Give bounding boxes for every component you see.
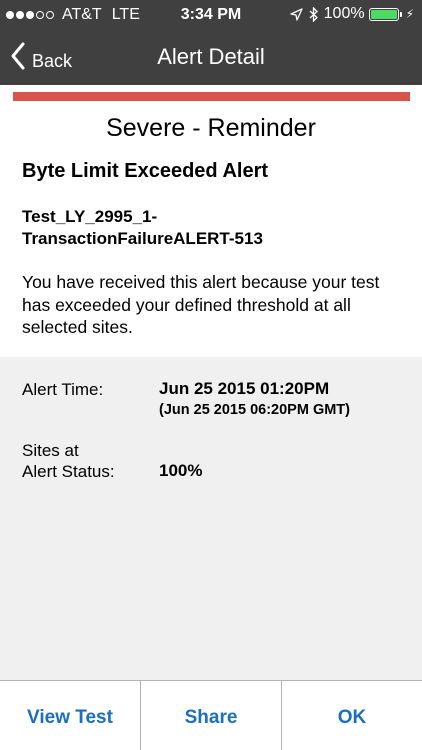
alert-message: You have received this alert because you… [22,272,380,337]
test-name-line-1: Test_LY_2995_1- [22,207,158,226]
battery-percent: 100% [323,5,365,22]
sites-status-value: 100% [159,461,203,480]
alert-time-value: Jun 25 2015 01:20PM [159,379,330,398]
severity-title: Severe - Reminder [106,114,316,142]
page-title: Alert Detail [157,44,265,69]
alert-detail-screen: AT&T LTE 3:34 PM 100% ⚡ Back Alert Detai… [0,0,422,750]
alert-time-label: Alert Time: [22,380,104,399]
view-test-button[interactable]: View Test [0,681,141,750]
test-name: Test_LY_2995_1- TransactionFailureALERT-… [22,206,402,250]
alert-name: Byte Limit Exceeded Alert [22,160,269,182]
alert-details-panel: Alert Time: Jun 25 2015 01:20PM (Jun 25 … [0,357,422,680]
status-right: 100% ⚡ [289,5,414,23]
bluetooth-icon [309,6,318,22]
battery-tip [399,11,402,17]
sites-status-label-line-2: Alert Status: [22,462,115,481]
sites-status-label-line-1: Sites at [22,441,79,460]
charging-bolt-icon: ⚡ [405,7,414,21]
share-button[interactable]: Share [141,681,282,750]
severity-indicator [13,92,410,101]
test-name-line-2: TransactionFailureALERT-513 [22,229,263,248]
navigation-bar: Back Alert Detail [0,30,422,85]
bottom-toolbar: View Test Share OK [0,680,422,750]
location-arrow-icon [289,7,303,21]
battery-icon [368,7,399,21]
status-bar: AT&T LTE 3:34 PM 100% ⚡ [0,0,422,30]
ok-button[interactable]: OK [282,681,422,750]
alert-time-gmt: (Jun 25 2015 06:20PM GMT) [159,402,350,418]
